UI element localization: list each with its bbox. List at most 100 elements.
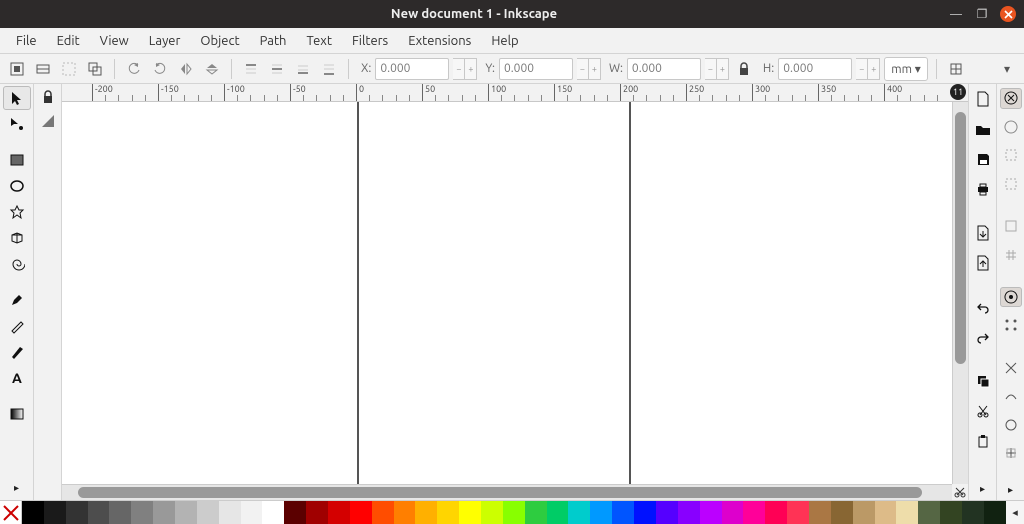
menu-text[interactable]: Text (296, 32, 341, 50)
ruler-horizontal[interactable]: 11 -200-150-100-500501001502002503003504… (62, 84, 968, 102)
color-swatch[interactable] (918, 501, 940, 524)
lower-bottom-icon[interactable] (318, 58, 340, 80)
snap-grid-icon[interactable] (1000, 244, 1022, 265)
menu-file[interactable]: File (6, 32, 47, 50)
color-swatch[interactable] (153, 501, 175, 524)
color-swatch[interactable] (525, 501, 547, 524)
color-swatch[interactable] (350, 501, 372, 524)
unit-selector[interactable]: mm ▾ (884, 57, 927, 81)
color-swatch[interactable] (743, 501, 765, 524)
select-all-layers-icon[interactable] (6, 58, 28, 80)
raise-top-icon[interactable] (240, 58, 262, 80)
y-spinner[interactable]: −+ (577, 58, 601, 80)
import-icon[interactable] (972, 222, 994, 244)
color-swatch[interactable] (984, 501, 1006, 524)
undo-icon[interactable] (972, 296, 994, 318)
horizontal-scrollbar[interactable] (62, 484, 952, 500)
color-swatch[interactable] (853, 501, 875, 524)
color-swatch[interactable] (656, 501, 678, 524)
color-swatch[interactable] (809, 501, 831, 524)
vertical-scrollbar-thumb[interactable] (955, 112, 966, 364)
x-input[interactable] (375, 58, 449, 80)
overflow-menu-icon[interactable]: ▾ (996, 58, 1018, 80)
gradient-tool[interactable] (3, 402, 31, 426)
menu-filters[interactable]: Filters (342, 32, 398, 50)
w-input[interactable] (627, 58, 701, 80)
color-swatch[interactable] (197, 501, 219, 524)
toggle-selection-icon[interactable] (84, 58, 106, 80)
color-swatch[interactable] (590, 501, 612, 524)
rotate-cw-icon[interactable] (149, 58, 171, 80)
copy-icon[interactable] (972, 370, 994, 392)
color-swatch[interactable] (437, 501, 459, 524)
close-button[interactable] (1000, 6, 1016, 22)
maximize-button[interactable]: ❐ (974, 6, 990, 22)
snap-bbox-corner-icon[interactable] (1000, 174, 1022, 195)
color-swatch[interactable] (22, 501, 44, 524)
color-swatch[interactable] (896, 501, 918, 524)
color-swatch[interactable] (44, 501, 66, 524)
raise-icon[interactable] (266, 58, 288, 80)
color-swatch[interactable] (175, 501, 197, 524)
snap-path-icon[interactable] (1000, 315, 1022, 336)
scissors-corner-icon[interactable] (952, 484, 968, 500)
snap-nodes-icon[interactable] (1000, 287, 1022, 308)
color-swatch[interactable] (262, 501, 284, 524)
snap-expand-icon[interactable]: ▸ (1000, 479, 1022, 500)
lock-guides-icon[interactable] (37, 86, 59, 108)
color-swatch[interactable] (547, 501, 569, 524)
color-swatch[interactable] (394, 501, 416, 524)
color-swatch[interactable] (66, 501, 88, 524)
x-spinner[interactable]: −+ (453, 58, 477, 80)
color-swatch[interactable] (109, 501, 131, 524)
menu-extensions[interactable]: Extensions (398, 32, 481, 50)
color-swatch[interactable] (481, 501, 503, 524)
color-swatch[interactable] (568, 501, 590, 524)
color-swatch[interactable] (678, 501, 700, 524)
canvas[interactable] (62, 102, 968, 500)
text-tool[interactable]: A (3, 366, 31, 390)
snap-smooth-icon[interactable] (1000, 386, 1022, 407)
color-swatch[interactable] (131, 501, 153, 524)
color-swatch[interactable] (415, 501, 437, 524)
selector-tool[interactable] (3, 86, 31, 110)
snap-master-icon[interactable] (1000, 88, 1022, 109)
snap-cusp-icon[interactable] (1000, 414, 1022, 435)
print-icon[interactable] (972, 178, 994, 200)
export-icon[interactable] (972, 252, 994, 274)
redo-icon[interactable] (972, 326, 994, 348)
menu-object[interactable]: Object (190, 32, 249, 50)
lock-aspect-icon[interactable] (733, 58, 755, 80)
flip-h-icon[interactable] (175, 58, 197, 80)
color-swatch[interactable] (306, 501, 328, 524)
color-swatch[interactable] (875, 501, 897, 524)
snap-intersection-icon[interactable] (1000, 357, 1022, 378)
pencil-tool[interactable] (3, 314, 31, 338)
color-swatch[interactable] (722, 501, 744, 524)
rectangle-tool[interactable] (3, 148, 31, 172)
open-icon[interactable] (972, 118, 994, 140)
color-swatch[interactable] (328, 501, 350, 524)
minimize-button[interactable]: — (948, 6, 964, 22)
menu-view[interactable]: View (90, 32, 139, 50)
lower-icon[interactable] (292, 58, 314, 80)
h-spinner[interactable]: −+ (856, 58, 880, 80)
deselect-icon[interactable] (58, 58, 80, 80)
save-icon[interactable] (972, 148, 994, 170)
color-swatch[interactable] (700, 501, 722, 524)
cut-icon[interactable] (972, 400, 994, 422)
new-document-icon[interactable] (972, 88, 994, 110)
rotate-ccw-icon[interactable] (123, 58, 145, 80)
no-fill-swatch[interactable] (0, 501, 22, 524)
commands-expand-icon[interactable]: ▸ (972, 478, 994, 500)
paste-icon[interactable] (972, 430, 994, 452)
color-swatch[interactable] (612, 501, 634, 524)
h-input[interactable] (778, 58, 852, 80)
pen-tool[interactable] (3, 288, 31, 312)
toolbox-expand-icon[interactable]: ▸ (3, 476, 31, 500)
flip-v-icon[interactable] (201, 58, 223, 80)
color-swatch[interactable] (787, 501, 809, 524)
menu-edit[interactable]: Edit (47, 32, 90, 50)
color-swatch[interactable] (219, 501, 241, 524)
star-tool[interactable] (3, 200, 31, 224)
